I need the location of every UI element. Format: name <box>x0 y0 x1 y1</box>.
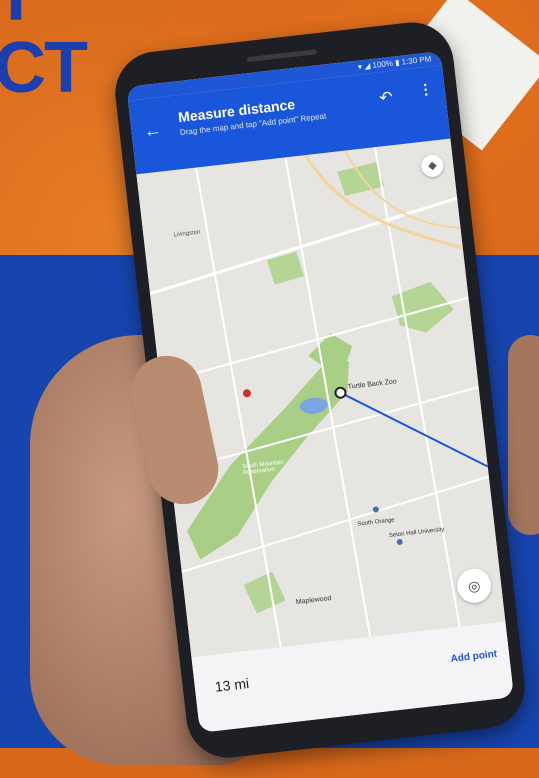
distance-readout: 13 mi <box>214 674 250 695</box>
measure-point <box>334 386 347 399</box>
finger <box>508 335 539 535</box>
background-letter-line-2: CT <box>0 28 88 108</box>
phone-speaker <box>246 49 317 63</box>
back-arrow-icon[interactable]: ← <box>142 119 162 142</box>
more-vert-icon[interactable]: ⋮ <box>418 80 434 98</box>
undo-icon[interactable]: ↶ <box>378 87 394 108</box>
add-point-button[interactable]: Add point <box>450 649 498 665</box>
background-letters: T CT <box>0 0 134 104</box>
